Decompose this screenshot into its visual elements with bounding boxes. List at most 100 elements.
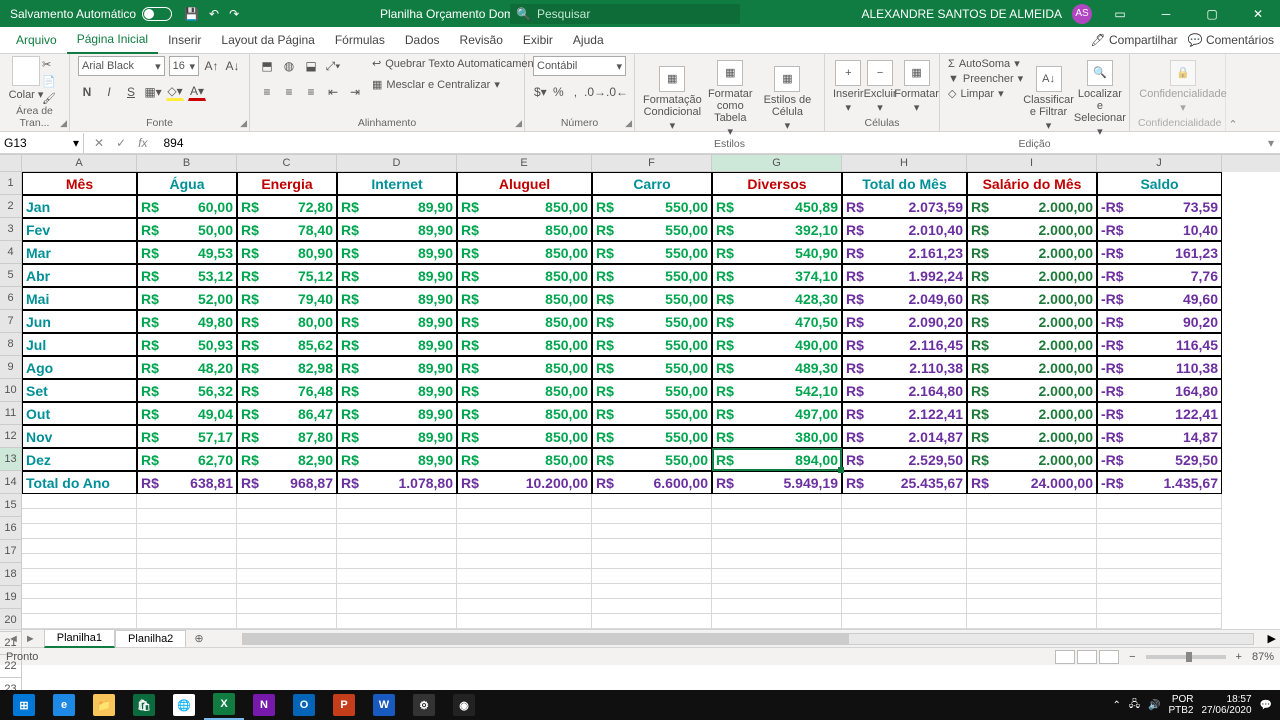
- format-as-table-button[interactable]: ▦Formatar como Tabela▾: [702, 56, 759, 138]
- money-cell[interactable]: R$6.600,00: [592, 471, 712, 494]
- fill-color-button[interactable]: ◇▾: [166, 83, 184, 101]
- money-cell[interactable]: R$2.000,00: [967, 241, 1097, 264]
- empty-cell[interactable]: [137, 584, 237, 599]
- money-cell[interactable]: R$1.992,24: [842, 264, 967, 287]
- money-cell[interactable]: R$497,00: [712, 402, 842, 425]
- empty-cell[interactable]: [592, 554, 712, 569]
- empty-cell[interactable]: [337, 614, 457, 629]
- page-break-view-icon[interactable]: [1099, 650, 1119, 664]
- user-name[interactable]: ALEXANDRE SANTOS DE ALMEIDA: [861, 7, 1062, 21]
- money-cell[interactable]: R$2.000,00: [967, 379, 1097, 402]
- money-cell[interactable]: R$2.164,80: [842, 379, 967, 402]
- money-cell[interactable]: R$550,00: [592, 241, 712, 264]
- empty-cell[interactable]: [592, 584, 712, 599]
- money-cell[interactable]: R$56,32: [137, 379, 237, 402]
- money-cell[interactable]: R$850,00: [457, 425, 592, 448]
- money-cell[interactable]: R$76,48: [237, 379, 337, 402]
- empty-cell[interactable]: [457, 569, 592, 584]
- money-cell[interactable]: R$550,00: [592, 448, 712, 471]
- copy-icon[interactable]: 📄: [42, 75, 56, 88]
- money-cell[interactable]: R$550,00: [592, 356, 712, 379]
- money-cell[interactable]: R$450,89: [712, 195, 842, 218]
- empty-cell[interactable]: [337, 494, 457, 509]
- money-cell[interactable]: R$542,10: [712, 379, 842, 402]
- empty-cell[interactable]: [237, 569, 337, 584]
- month-cell[interactable]: Jun: [22, 310, 137, 333]
- month-cell[interactable]: Mar: [22, 241, 137, 264]
- money-cell[interactable]: R$89,90: [337, 195, 457, 218]
- money-cell[interactable]: R$638,81: [137, 471, 237, 494]
- align-bottom-icon[interactable]: ⬓: [302, 57, 320, 75]
- volume-icon[interactable]: 🔊: [1148, 700, 1160, 711]
- empty-cell[interactable]: [592, 599, 712, 614]
- money-cell[interactable]: R$53,12: [137, 264, 237, 287]
- empty-cell[interactable]: [22, 524, 137, 539]
- empty-cell[interactable]: [137, 599, 237, 614]
- wrap-text-button[interactable]: ↩ Quebrar Texto Automaticamente: [372, 56, 543, 71]
- column-header-cell[interactable]: Água: [137, 172, 237, 195]
- empty-cell[interactable]: [967, 554, 1097, 569]
- enter-formula-icon[interactable]: ✓: [116, 136, 126, 150]
- empty-cell[interactable]: [457, 539, 592, 554]
- money-cell[interactable]: -R$90,20: [1097, 310, 1222, 333]
- empty-cell[interactable]: [967, 539, 1097, 554]
- minimize-icon[interactable]: ─: [1148, 7, 1184, 21]
- row-header[interactable]: 4: [0, 241, 22, 264]
- money-cell[interactable]: R$2.000,00: [967, 402, 1097, 425]
- column-header[interactable]: D: [337, 155, 457, 172]
- sort-filter-button[interactable]: A↓Classificar e Filtrar▾: [1023, 56, 1074, 138]
- money-cell[interactable]: R$392,10: [712, 218, 842, 241]
- row-header[interactable]: 1: [0, 172, 22, 195]
- column-header[interactable]: G: [712, 155, 842, 172]
- ribbon-display-icon[interactable]: ▭: [1102, 7, 1138, 21]
- tray-up-icon[interactable]: ⌃: [1112, 700, 1120, 711]
- empty-cell[interactable]: [712, 509, 842, 524]
- increase-indent-icon[interactable]: ⇥: [346, 83, 364, 101]
- money-cell[interactable]: R$72,80: [237, 195, 337, 218]
- money-cell[interactable]: R$89,90: [337, 425, 457, 448]
- empty-cell[interactable]: [842, 614, 967, 629]
- zoom-slider[interactable]: [1146, 655, 1226, 659]
- money-cell[interactable]: R$374,10: [712, 264, 842, 287]
- row-header[interactable]: 10: [0, 379, 22, 402]
- empty-cell[interactable]: [842, 554, 967, 569]
- find-select-button[interactable]: 🔍Localizar e Selecionar▾: [1074, 56, 1126, 138]
- money-cell[interactable]: R$2.000,00: [967, 310, 1097, 333]
- money-cell[interactable]: R$89,90: [337, 402, 457, 425]
- network-icon[interactable]: 🖧: [1129, 697, 1140, 714]
- empty-cell[interactable]: [457, 584, 592, 599]
- money-cell[interactable]: R$89,90: [337, 379, 457, 402]
- column-header-cell[interactable]: Salário do Mês: [967, 172, 1097, 195]
- empty-cell[interactable]: [1097, 569, 1222, 584]
- month-cell[interactable]: Set: [22, 379, 137, 402]
- autosum-button[interactable]: Σ AutoSoma ▾: [948, 56, 1023, 71]
- empty-cell[interactable]: [712, 569, 842, 584]
- empty-cell[interactable]: [237, 554, 337, 569]
- empty-cell[interactable]: [137, 539, 237, 554]
- sheet-tab[interactable]: Planilha2: [115, 630, 186, 647]
- money-cell[interactable]: R$49,53: [137, 241, 237, 264]
- money-cell[interactable]: R$79,40: [237, 287, 337, 310]
- money-cell[interactable]: R$82,98: [237, 356, 337, 379]
- onenote-icon[interactable]: N: [244, 690, 284, 720]
- empty-cell[interactable]: [337, 509, 457, 524]
- row-header[interactable]: 13: [0, 448, 22, 471]
- money-cell[interactable]: R$2.116,45: [842, 333, 967, 356]
- money-cell[interactable]: R$850,00: [457, 379, 592, 402]
- column-header-cell[interactable]: Energia: [237, 172, 337, 195]
- money-cell[interactable]: -R$1.435,67: [1097, 471, 1222, 494]
- start-button[interactable]: ⊞: [4, 690, 44, 720]
- tab-review[interactable]: Revisão: [450, 27, 513, 53]
- money-cell[interactable]: R$49,80: [137, 310, 237, 333]
- empty-cell[interactable]: [1097, 599, 1222, 614]
- month-cell[interactable]: Nov: [22, 425, 137, 448]
- money-cell[interactable]: R$540,90: [712, 241, 842, 264]
- empty-cell[interactable]: [1097, 509, 1222, 524]
- month-cell[interactable]: Mai: [22, 287, 137, 310]
- empty-cell[interactable]: [237, 494, 337, 509]
- page-layout-view-icon[interactable]: [1077, 650, 1097, 664]
- money-cell[interactable]: R$550,00: [592, 195, 712, 218]
- empty-cell[interactable]: [592, 569, 712, 584]
- empty-cell[interactable]: [592, 539, 712, 554]
- empty-cell[interactable]: [842, 509, 967, 524]
